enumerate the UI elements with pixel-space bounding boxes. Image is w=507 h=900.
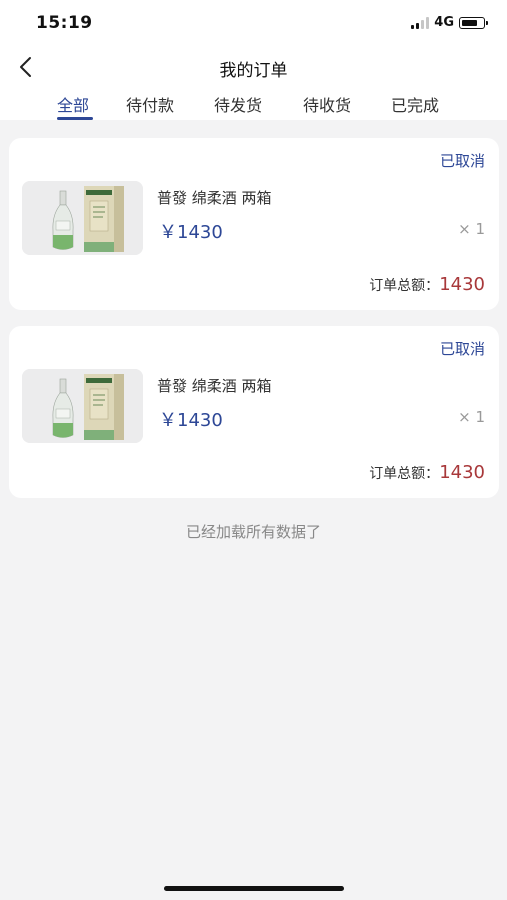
order-total-label: 订单总额：: [369, 278, 440, 294]
product-name: 普發 绵柔酒 两箱: [157, 377, 272, 395]
tab-pending-receipt[interactable]: 待收货: [303, 92, 351, 116]
order-total-value: 1430: [439, 274, 485, 295]
order-total-value: 1430: [439, 462, 485, 483]
product-price: ￥1430: [159, 410, 223, 431]
product-image[interactable]: [22, 181, 143, 255]
status-bar: 15:19 4G: [0, 0, 507, 44]
navigation-bar: 我的订单: [0, 48, 507, 86]
tab-pending-shipment[interactable]: 待发货: [214, 92, 262, 116]
cellular-signal-icon: [411, 16, 430, 29]
battery-icon: [459, 16, 488, 29]
network-type: 4G: [434, 15, 454, 30]
product-price: ￥1430: [159, 222, 223, 243]
tab-all[interactable]: 全部: [57, 92, 89, 116]
product-quantity: × 1: [458, 220, 485, 238]
order-status: 已取消: [439, 152, 485, 170]
product-name: 普發 绵柔酒 两箱: [157, 189, 272, 207]
order-card[interactable]: 已取消 普發 绵柔酒 两箱 ￥1430 × 1 订单总额： 1430: [9, 138, 499, 310]
tab-pending-payment[interactable]: 待付款: [126, 92, 174, 116]
status-time: 15:19: [36, 13, 93, 33]
product-image[interactable]: [22, 369, 143, 443]
order-total: 订单总额： 1430: [369, 462, 485, 483]
end-of-list-note: 已经加载所有数据了: [185, 523, 321, 541]
liquor-bottle-and-box-image: [22, 181, 143, 255]
order-total: 订单总额： 1430: [369, 274, 485, 295]
order-status: 已取消: [439, 340, 485, 358]
home-indicator[interactable]: [164, 886, 344, 891]
tab-completed[interactable]: 已完成: [391, 92, 439, 116]
liquor-bottle-and-box-image: [22, 369, 143, 443]
page-title: 我的订单: [219, 61, 288, 81]
status-indicators: 4G: [411, 15, 488, 30]
order-tabs: 全部 待付款 待发货 待收货 已完成: [0, 88, 507, 120]
product-quantity: × 1: [458, 408, 485, 426]
header-area: 15:19 4G 我的订单 全部 待付款 待发货 待收货 已完成: [0, 0, 507, 120]
order-total-label: 订单总额：: [369, 466, 440, 482]
order-card[interactable]: 已取消 普發 绵柔酒 两箱 ￥1430 × 1 订单总额： 1430: [9, 326, 499, 498]
active-tab-indicator: [57, 117, 93, 120]
